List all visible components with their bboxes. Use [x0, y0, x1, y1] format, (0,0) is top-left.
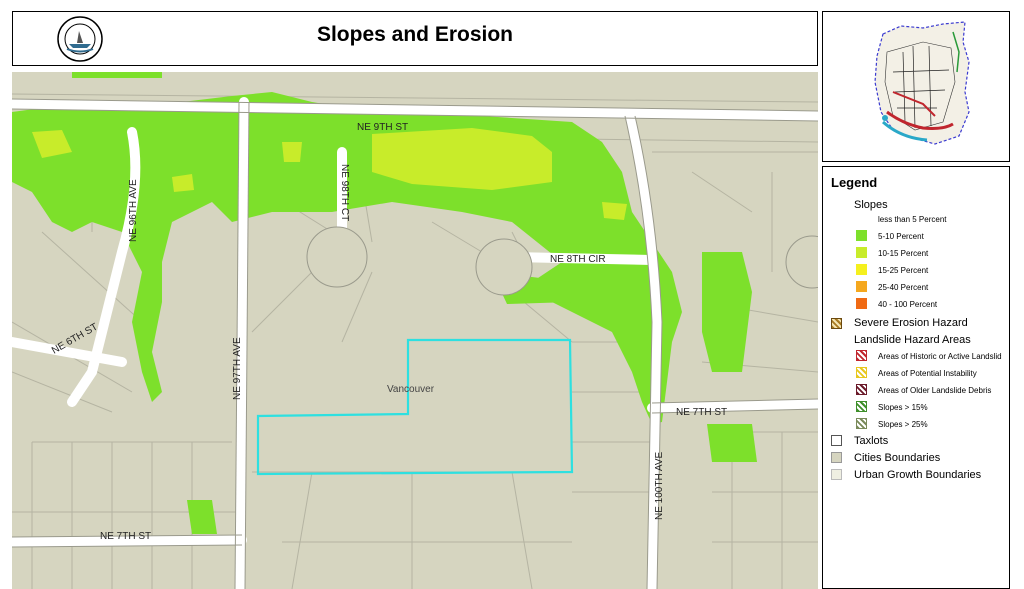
- street-label-ne-9th-st: NE 9TH ST: [357, 122, 408, 133]
- slopes-heading: Slopes: [854, 199, 888, 211]
- landslide-label-3: Slopes > 15%: [878, 403, 928, 412]
- cul-de-sac-8th-cir: [475, 238, 533, 296]
- landslide-heading: Landslide Hazard Areas: [854, 334, 971, 346]
- slope-swatch-5-10: [856, 230, 867, 241]
- street-label-ne-100th-ave: NE 100TH AVE: [654, 451, 665, 520]
- erosion-hazard-swatch: [831, 318, 842, 329]
- slope-swatch-40-100: [856, 298, 867, 309]
- page-title: Slopes and Erosion: [316, 23, 514, 46]
- legend-panel: Legend Slopes less than 5 Percent 5-10 P…: [822, 166, 1010, 589]
- landslide-label-2: Areas of Older Landslide Debris: [878, 386, 992, 395]
- street-label-ne-7th-st-east: NE 7TH ST: [676, 407, 727, 418]
- slope-legend-label-4: 25-40 Percent: [878, 283, 929, 292]
- map-canvas[interactable]: NE 9TH ST NE 96TH AVE NE 98TH CT NE 8TH …: [12, 72, 818, 589]
- urban-growth-label: Urban Growth Boundaries: [854, 469, 982, 481]
- landslide-swatch-historic: [856, 350, 867, 361]
- overview-map: [822, 11, 1010, 162]
- street-label-ne-98th-ct: NE 98TH CT: [339, 164, 350, 221]
- legend-title: Legend: [831, 175, 878, 190]
- urban-growth-swatch: [831, 469, 842, 480]
- landslide-label-0: Areas of Historic or Active Landslid: [878, 352, 1002, 361]
- street-label-ne-96th-ave: NE 96TH AVE: [128, 179, 139, 242]
- taxlots-swatch: [831, 435, 842, 446]
- slope-legend-label-0: less than 5 Percent: [878, 215, 947, 224]
- city-label: Vancouver: [387, 384, 435, 395]
- city-boundary: [256, 338, 574, 476]
- cul-de-sac-east: [785, 235, 818, 289]
- overview-map-graphic: [874, 21, 970, 145]
- title-panel: Slopes and Erosion: [12, 11, 818, 66]
- street-label-ne-7th-st-west: NE 7TH ST: [100, 531, 151, 542]
- landslide-label-1: Areas of Potential Instability: [878, 369, 977, 378]
- cul-de-sac-98th-ct: [306, 226, 368, 288]
- cities-boundaries-label: Cities Boundaries: [854, 452, 941, 464]
- slope-legend-label-3: 15-25 Percent: [878, 266, 929, 275]
- main-map[interactable]: NE 9TH ST NE 96TH AVE NE 98TH CT NE 8TH …: [12, 72, 818, 589]
- slope-legend-label-1: 5-10 Percent: [878, 232, 924, 241]
- slope-swatch-25-40: [856, 281, 867, 292]
- erosion-heading: Severe Erosion Hazard: [854, 317, 968, 329]
- landslide-swatch-potential: [856, 367, 867, 378]
- landslide-label-4: Slopes > 25%: [878, 420, 928, 429]
- landslide-swatch-slopes-25: [856, 418, 867, 429]
- slope-swatch-15-25: [856, 264, 867, 275]
- cities-boundaries-swatch: [831, 452, 842, 463]
- landslide-swatch-slopes-15: [856, 401, 867, 412]
- taxlots-label: Taxlots: [854, 435, 889, 447]
- street-label-ne-8th-cir: NE 8TH CIR: [550, 254, 606, 265]
- street-label-ne-97th-ave: NE 97TH AVE: [232, 337, 243, 400]
- landslide-swatch-older: [856, 384, 867, 395]
- slope-legend-label-2: 10-15 Percent: [878, 249, 929, 258]
- slope-legend-label-5: 40 - 100 Percent: [878, 300, 938, 309]
- slope-swatch-10-15: [856, 247, 867, 258]
